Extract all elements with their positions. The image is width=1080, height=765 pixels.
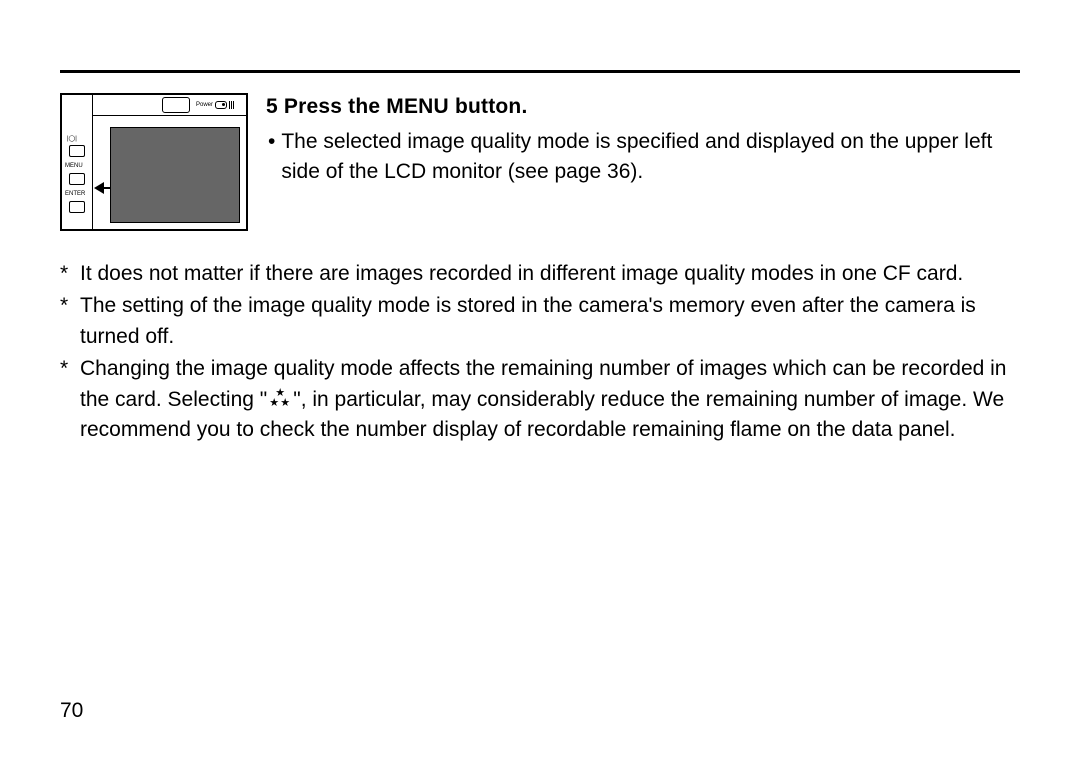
manual-page: Power |◯| MENU ENTER	[0, 0, 1080, 765]
camera-top-strip: Power	[92, 95, 246, 116]
small-lcd-icon	[162, 97, 190, 113]
power-lines-icon	[229, 101, 234, 109]
step-number: 5	[266, 95, 278, 118]
note-text: Changing the image quality mode affects …	[80, 354, 1020, 445]
note-item: * It does not matter if there are images…	[60, 259, 1020, 289]
notes-block: * It does not matter if there are images…	[60, 259, 1020, 446]
note-item: * Changing the image quality mode affect…	[60, 354, 1020, 445]
step-row: Power |◯| MENU ENTER	[60, 93, 1020, 231]
asterisk-icon: *	[60, 291, 80, 352]
step-text-block: 5 Press the MENU button. • The selected i…	[266, 93, 1020, 188]
power-label: Power	[196, 102, 213, 108]
super-fine-stars-icon: ★★★	[269, 390, 291, 408]
step-bullet-line: • The selected image quality mode is spe…	[266, 127, 1020, 188]
bullet-dot-icon: •	[268, 127, 275, 188]
menu-button-icon	[69, 173, 85, 185]
page-number: 70	[60, 699, 83, 723]
asterisk-icon: *	[60, 259, 80, 289]
enter-button-label: ENTER	[65, 191, 85, 197]
top-rule	[60, 70, 1020, 73]
note-text: The setting of the image quality mode is…	[80, 291, 1020, 352]
camera-left-buttons: |◯| MENU ENTER	[62, 95, 93, 229]
power-label-group: Power	[196, 101, 234, 109]
menu-button-label: MENU	[65, 163, 83, 169]
note-text: It does not matter if there are images r…	[80, 259, 1020, 289]
enter-button-icon	[69, 201, 85, 213]
display-button-label: |◯|	[67, 135, 77, 142]
camera-illustration: Power |◯| MENU ENTER	[60, 93, 248, 231]
step-bullet-text: The selected image quality mode is speci…	[281, 127, 1020, 188]
display-button-icon	[69, 145, 85, 157]
power-switch-icon	[215, 101, 227, 109]
asterisk-icon: *	[60, 354, 80, 445]
note-item: * The setting of the image quality mode …	[60, 291, 1020, 352]
lcd-screen-icon	[110, 127, 240, 223]
step-heading: 5 Press the MENU button.	[266, 95, 1020, 119]
step-title: Press the MENU button.	[284, 95, 528, 118]
